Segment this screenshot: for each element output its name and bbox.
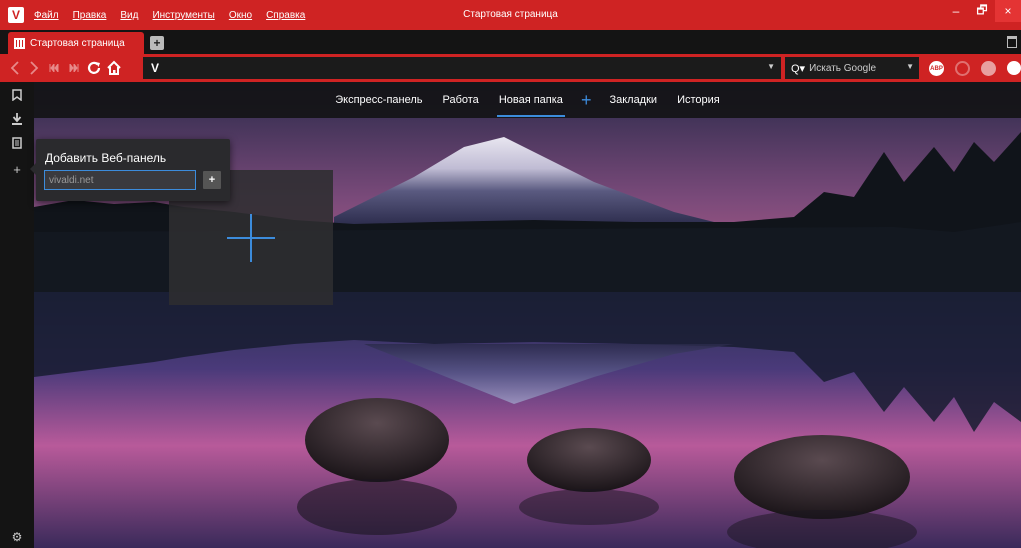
chevron-right-icon bbox=[29, 61, 38, 75]
url-field[interactable]: V ▼ bbox=[143, 57, 781, 79]
fast-forward-icon bbox=[69, 64, 79, 72]
adblock-plus-icon[interactable]: ABP bbox=[929, 61, 944, 76]
add-web-panel-submit-button[interactable]: + bbox=[203, 171, 221, 189]
tab-speed-dial[interactable]: Экспресс-панель bbox=[333, 83, 424, 117]
window-controls: – 🗗 × bbox=[943, 0, 1021, 22]
minimize-button[interactable]: – bbox=[943, 0, 969, 22]
tab-work[interactable]: Работа bbox=[441, 83, 481, 117]
menu-help[interactable]: Справка bbox=[266, 10, 305, 21]
add-speed-dial-group-button[interactable]: + bbox=[581, 90, 592, 111]
rewind-icon bbox=[49, 64, 59, 72]
new-tab-button[interactable]: + bbox=[150, 36, 164, 50]
download-icon bbox=[12, 113, 22, 125]
reload-button[interactable] bbox=[84, 57, 104, 79]
maximize-button[interactable]: 🗗 bbox=[969, 0, 995, 22]
notes-icon bbox=[12, 137, 22, 149]
url-text: V bbox=[151, 61, 160, 75]
search-placeholder: Искать Google bbox=[809, 62, 877, 74]
bookmark-icon bbox=[12, 89, 22, 101]
chevron-down-icon[interactable]: ▼ bbox=[767, 62, 775, 71]
tab-bookmarks[interactable]: Закладки bbox=[607, 83, 659, 117]
speed-dial-icon bbox=[14, 37, 25, 49]
speed-dial-navigation: Экспресс-панель Работа Новая папка + Зак… bbox=[34, 82, 1021, 118]
plus-icon: + bbox=[13, 161, 21, 177]
search-icon: Q▾ bbox=[791, 62, 806, 75]
extension-icon[interactable] bbox=[955, 61, 970, 76]
globe-icon[interactable] bbox=[981, 61, 996, 76]
panel-bookmarks-button[interactable] bbox=[0, 84, 34, 106]
menu-tools[interactable]: Инструменты bbox=[152, 10, 214, 21]
gear-icon: ⚙ bbox=[11, 530, 23, 544]
panel-bar: + ⚙ bbox=[0, 82, 34, 548]
trash-icon[interactable] bbox=[1007, 36, 1017, 48]
tab-title: Стартовая страница bbox=[30, 37, 125, 49]
rewind-button[interactable] bbox=[44, 57, 64, 79]
popup-title: Добавить Веб-панель bbox=[45, 151, 167, 165]
vivaldi-logo-icon[interactable]: V bbox=[8, 7, 24, 23]
menu-window[interactable]: Окно bbox=[229, 10, 252, 21]
web-panel-url-input[interactable] bbox=[44, 170, 196, 190]
plus-icon bbox=[227, 213, 275, 262]
panel-downloads-button[interactable] bbox=[0, 108, 34, 130]
forward-button[interactable] bbox=[24, 57, 44, 79]
chat-bubble-icon[interactable] bbox=[1007, 61, 1021, 75]
tab-new-folder[interactable]: Новая папка bbox=[496, 83, 565, 117]
add-web-panel-popup: Добавить Веб-панель + bbox=[30, 139, 230, 201]
tab-bar: Стартовая страница + bbox=[0, 30, 1021, 54]
reload-icon bbox=[87, 61, 101, 74]
search-input[interactable]: Q▾ Искать Google ▼ bbox=[785, 57, 919, 79]
title-bar: V Файл Правка Вид Инструменты Окно Справ… bbox=[0, 0, 1021, 30]
menu-file[interactable]: Файл bbox=[34, 10, 59, 21]
back-button[interactable] bbox=[4, 57, 24, 79]
panel-notes-button[interactable] bbox=[0, 132, 34, 154]
menu-edit[interactable]: Правка bbox=[73, 10, 107, 21]
tab-start-page[interactable]: Стартовая страница bbox=[8, 32, 144, 54]
menu-view[interactable]: Вид bbox=[120, 10, 138, 21]
chevron-left-icon bbox=[10, 61, 19, 75]
panel-add-web-panel-button[interactable]: + bbox=[0, 158, 34, 180]
home-icon bbox=[107, 60, 121, 75]
search-engine-dropdown-icon[interactable]: ▼ bbox=[906, 62, 914, 71]
close-button[interactable]: × bbox=[995, 0, 1021, 22]
menu-bar: Файл Правка Вид Инструменты Окно Справка bbox=[34, 10, 319, 21]
tab-history[interactable]: История bbox=[675, 83, 722, 117]
address-bar: V ▼ Q▾ Искать Google ▼ ABP bbox=[0, 54, 1021, 82]
fast-forward-button[interactable] bbox=[64, 57, 84, 79]
home-button[interactable] bbox=[104, 57, 124, 79]
settings-button[interactable]: ⚙ bbox=[0, 526, 34, 548]
